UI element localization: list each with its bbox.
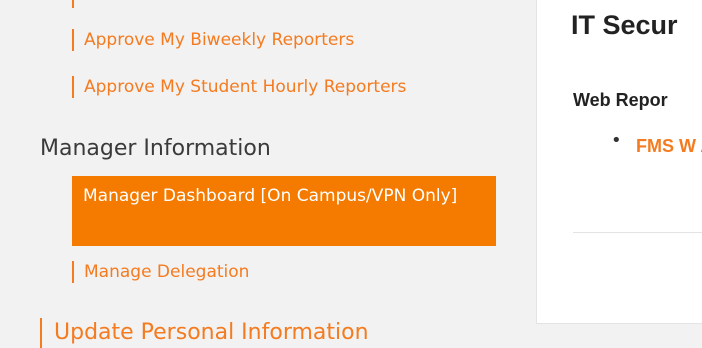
sidebar-nav: Approve My Biweekly Reporters Approve My… — [8, 0, 511, 348]
sidebar-item-manage-delegation[interactable]: Manage Delegation — [72, 261, 249, 283]
section-heading-manager-information: Manager Information — [40, 136, 271, 161]
sidebar-item-manager-dashboard[interactable]: Manager Dashboard [On Campus/VPN Only] — [72, 176, 496, 246]
list-bullet: • — [611, 130, 622, 151]
sidebar-item-approve-biweekly[interactable]: Approve My Biweekly Reporters — [72, 29, 354, 51]
sidebar-item-approve-student-hourly[interactable]: Approve My Student Hourly Reporters — [72, 76, 406, 98]
section-subheading: Web Repor — [573, 90, 668, 110]
sidebar-item-update-personal-information[interactable]: Update Personal Information — [40, 318, 369, 348]
nav-item-border — [72, 0, 74, 8]
divider — [573, 232, 702, 233]
page-title: IT Secur — [571, 10, 678, 40]
fms-web-access-link[interactable]: FMS W Acces — [636, 130, 702, 162]
main-content-panel: IT Secur Web Repor • FMS W Acces — [536, 0, 702, 324]
